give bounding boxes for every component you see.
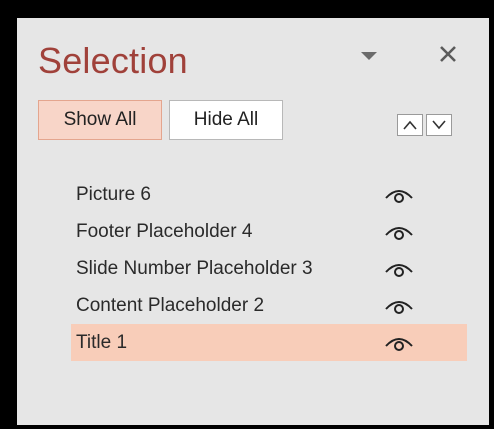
object-label: Picture 6 — [76, 183, 151, 205]
eye-icon[interactable] — [383, 183, 415, 205]
list-item-selected[interactable]: Title 1 — [71, 324, 467, 361]
eye-icon[interactable] — [383, 331, 415, 353]
object-label: Footer Placeholder 4 — [76, 220, 253, 242]
show-all-button[interactable]: Show All — [38, 100, 162, 140]
send-backward-button[interactable] — [426, 114, 452, 136]
list-item[interactable]: Slide Number Placeholder 3 — [71, 250, 467, 287]
pane-title: Selection — [38, 40, 188, 81]
list-item[interactable]: Picture 6 — [71, 176, 467, 213]
chevron-down-icon — [432, 120, 446, 130]
hide-all-button[interactable]: Hide All — [169, 100, 283, 140]
bring-forward-button[interactable] — [397, 114, 423, 136]
eye-icon[interactable] — [383, 220, 415, 242]
list-item[interactable]: Footer Placeholder 4 — [71, 213, 467, 250]
chevron-up-icon — [403, 120, 417, 130]
chevron-down-icon[interactable] — [360, 50, 378, 62]
object-label: Title 1 — [76, 331, 128, 353]
eye-icon[interactable] — [383, 294, 415, 316]
close-icon[interactable] — [437, 43, 459, 65]
list-item[interactable]: Content Placeholder 2 — [71, 287, 467, 324]
object-label: Content Placeholder 2 — [76, 294, 265, 316]
selection-pane: Selection Show All Hide All Picture 6 Fo… — [17, 18, 489, 425]
object-label: Slide Number Placeholder 3 — [76, 257, 313, 279]
object-list: Picture 6 Footer Placeholder 4 Slide Num… — [71, 176, 467, 361]
eye-icon[interactable] — [383, 257, 415, 279]
